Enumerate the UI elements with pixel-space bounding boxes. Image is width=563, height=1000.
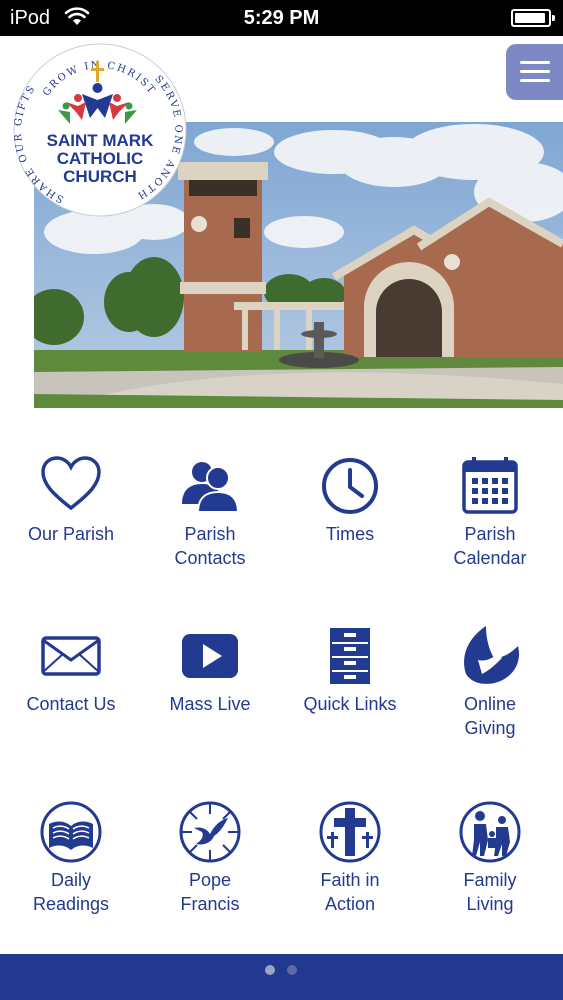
menu-grid: Our Parish Parish Contacts Times Parish … — [0, 440, 563, 950]
cabinet-icon — [330, 628, 370, 684]
battery-icon — [511, 9, 555, 27]
tile-family-living[interactable]: Family Living — [420, 800, 560, 916]
page-indicator-dot[interactable] — [287, 965, 297, 975]
crosses-icon — [319, 801, 381, 863]
tile-faith-in-action[interactable]: Faith in Action — [280, 800, 420, 916]
tile-label-line2: Living — [466, 894, 514, 914]
people-icon — [182, 462, 240, 513]
status-time: 5:29 PM — [243, 7, 320, 29]
tile-label: Quick Links — [303, 694, 397, 714]
tile-quick-links[interactable]: Quick Links — [280, 624, 420, 716]
logo-name-line1: SAINT MARK — [47, 131, 154, 150]
family-icon — [459, 801, 521, 863]
tile-label: Our Parish — [27, 524, 115, 544]
tile-our-parish[interactable]: Our Parish — [1, 454, 141, 546]
tile-label-line2: Action — [324, 894, 376, 914]
calendar-icon — [462, 457, 518, 514]
play-icon — [182, 634, 238, 678]
tile-times[interactable]: Times — [280, 454, 420, 546]
heart-icon — [41, 456, 101, 511]
status-bar: iPod 5:29 PM — [0, 0, 563, 36]
footer-bar — [0, 954, 563, 1000]
tile-label: Pope — [188, 870, 232, 890]
tile-label: Parish — [184, 524, 236, 544]
tile-label: Mass Live — [169, 694, 251, 714]
tile-label-line2: Contacts — [174, 548, 246, 568]
envelope-icon — [41, 636, 101, 676]
church-logo: GROW IN CHRIST SERVE ONE ANOTHER SHARE O… — [12, 42, 187, 217]
tile-label: Times — [325, 524, 375, 544]
tile-label: Family — [463, 870, 517, 890]
tile-label: Contact Us — [26, 694, 116, 714]
tile-online-giving[interactable]: Online Giving — [420, 624, 560, 740]
dove-icon — [179, 801, 241, 863]
hamburger-menu-button[interactable] — [506, 44, 563, 100]
bible-icon — [40, 801, 102, 863]
menu-icon-bar — [520, 79, 550, 82]
tile-label: Online — [463, 694, 517, 714]
tile-label-line2: Francis — [180, 894, 240, 914]
menu-icon-bar — [520, 70, 550, 73]
tile-pope-francis[interactable]: Pope Francis — [140, 800, 280, 916]
menu-icon-bar — [520, 61, 550, 64]
tile-daily-readings[interactable]: Daily Readings — [1, 800, 141, 916]
tile-parish-calendar[interactable]: Parish Calendar — [420, 454, 560, 570]
tile-label-line2: Calendar — [453, 548, 527, 568]
tile-label: Faith in — [320, 870, 380, 890]
logo-name-line3: CHURCH — [63, 167, 137, 186]
tile-label-line2: Giving — [464, 718, 516, 738]
tile-contact-us[interactable]: Contact Us — [1, 624, 141, 716]
giving-icon — [464, 626, 520, 684]
tile-label: Daily — [50, 870, 91, 890]
clock-icon — [322, 458, 378, 514]
tile-label-line2: Readings — [32, 894, 110, 914]
logo-name-line2: CATHOLIC — [57, 149, 144, 168]
page-indicator-dot-active[interactable] — [265, 965, 275, 975]
tile-label: Parish — [464, 524, 516, 544]
tile-parish-contacts[interactable]: Parish Contacts — [140, 454, 280, 570]
tile-mass-live[interactable]: Mass Live — [140, 624, 280, 716]
